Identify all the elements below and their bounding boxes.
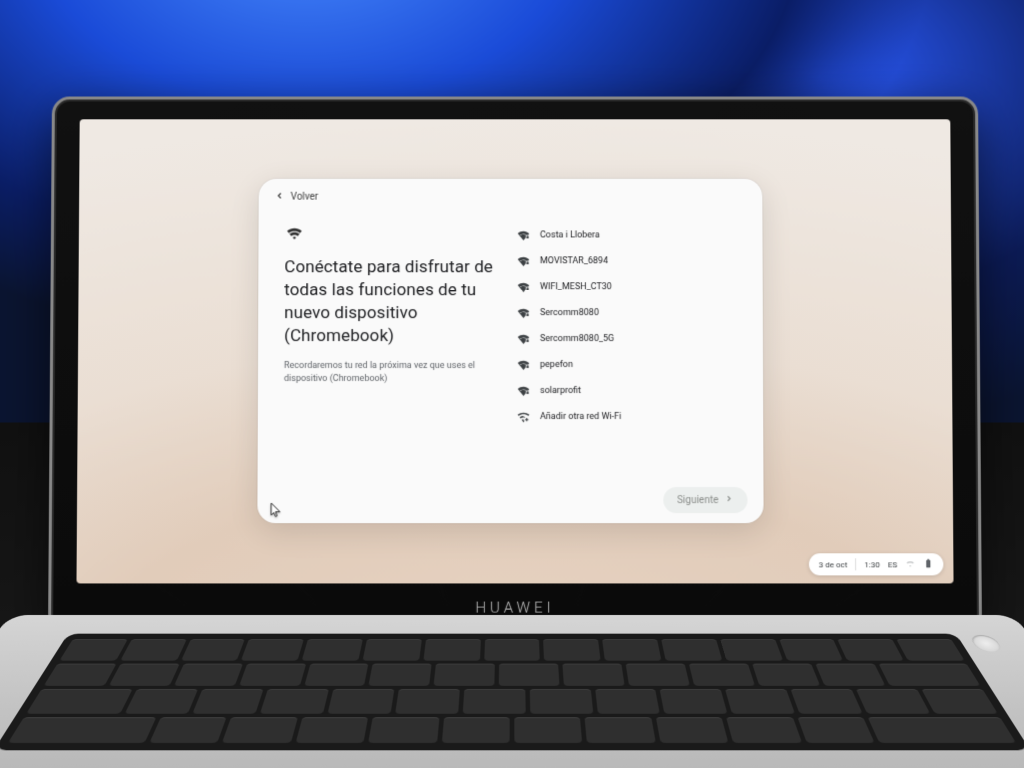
left-column: Conéctate para disfrutar de todas las fu… <box>284 223 494 478</box>
wifi-ssid: MOVISTAR_6894 <box>540 256 608 266</box>
battery-icon <box>923 558 933 570</box>
wifi-network-item[interactable]: solarprofit <box>512 378 737 404</box>
chromeos-screen: Volver Conéctate para disfrutar de todas… <box>76 119 953 583</box>
laptop: Volver Conéctate para disfrutar de todas… <box>50 95 974 735</box>
laptop-bezel: Volver Conéctate para disfrutar de todas… <box>48 97 982 632</box>
chevron-right-icon <box>724 494 733 506</box>
wifi-network-item[interactable]: WIFI_MESH_CT30 <box>512 274 737 300</box>
laptop-brand-label: HUAWEI <box>51 599 979 617</box>
wifi-lock-icon <box>516 359 530 372</box>
oobe-card: Volver Conéctate para disfrutar de todas… <box>257 179 763 523</box>
add-network-item[interactable]: Añadir otra red Wi-Fi <box>512 404 737 430</box>
keyboard <box>0 634 1024 751</box>
wifi-lock-icon <box>516 333 530 346</box>
wifi-lock-icon <box>516 255 530 268</box>
shelf-time: 1:30 <box>864 560 880 569</box>
wifi-lock-icon <box>516 229 530 242</box>
wifi-network-item[interactable]: MOVISTAR_6894 <box>512 248 737 274</box>
network-list: Costa i Llobera MOVISTAR_6894 <box>512 223 737 478</box>
page-subtitle: Recordaremos tu red la próxima vez que u… <box>284 360 494 386</box>
wifi-ssid: Sercomm8080_5G <box>540 334 614 344</box>
add-network-label: Añadir otra red Wi-Fi <box>540 412 621 422</box>
wifi-lock-icon <box>516 281 530 294</box>
wifi-network-item[interactable]: Costa i Llobera <box>512 223 737 249</box>
separator <box>855 558 856 570</box>
status-shelf[interactable]: 3 de oct 1:30 ES <box>809 553 944 575</box>
laptop-deck <box>0 615 1024 768</box>
wifi-ssid: pepefon <box>540 360 573 370</box>
wifi-ssid: WIFI_MESH_CT30 <box>540 282 612 292</box>
wifi-status-icon <box>905 558 915 570</box>
wifi-ssid: Costa i Llobera <box>540 230 600 240</box>
shelf-locale: ES <box>888 560 897 569</box>
back-button[interactable]: Volver <box>275 191 319 204</box>
wifi-ssid: solarprofit <box>540 386 581 396</box>
next-label: Siguiente <box>677 495 718 506</box>
chevron-left-icon <box>275 191 285 204</box>
wifi-ssid: Sercomm8080 <box>540 308 599 318</box>
shelf-date: 3 de oct <box>819 560 848 569</box>
wifi-lock-icon <box>516 307 530 320</box>
page-title: Conéctate para disfrutar de todas las fu… <box>284 256 494 347</box>
wifi-icon <box>284 223 304 243</box>
next-button[interactable]: Siguiente <box>663 487 748 513</box>
wifi-lock-icon <box>516 384 530 397</box>
wifi-network-item[interactable]: pepefon <box>512 352 737 378</box>
cursor-icon <box>270 503 281 518</box>
back-label: Volver <box>291 192 319 203</box>
wifi-add-icon <box>516 410 530 423</box>
power-button <box>968 635 1004 652</box>
wifi-network-item[interactable]: Sercomm8080_5G <box>512 326 737 352</box>
card-footer: Siguiente <box>257 477 763 523</box>
wifi-network-item[interactable]: Sercomm8080 <box>512 300 737 326</box>
